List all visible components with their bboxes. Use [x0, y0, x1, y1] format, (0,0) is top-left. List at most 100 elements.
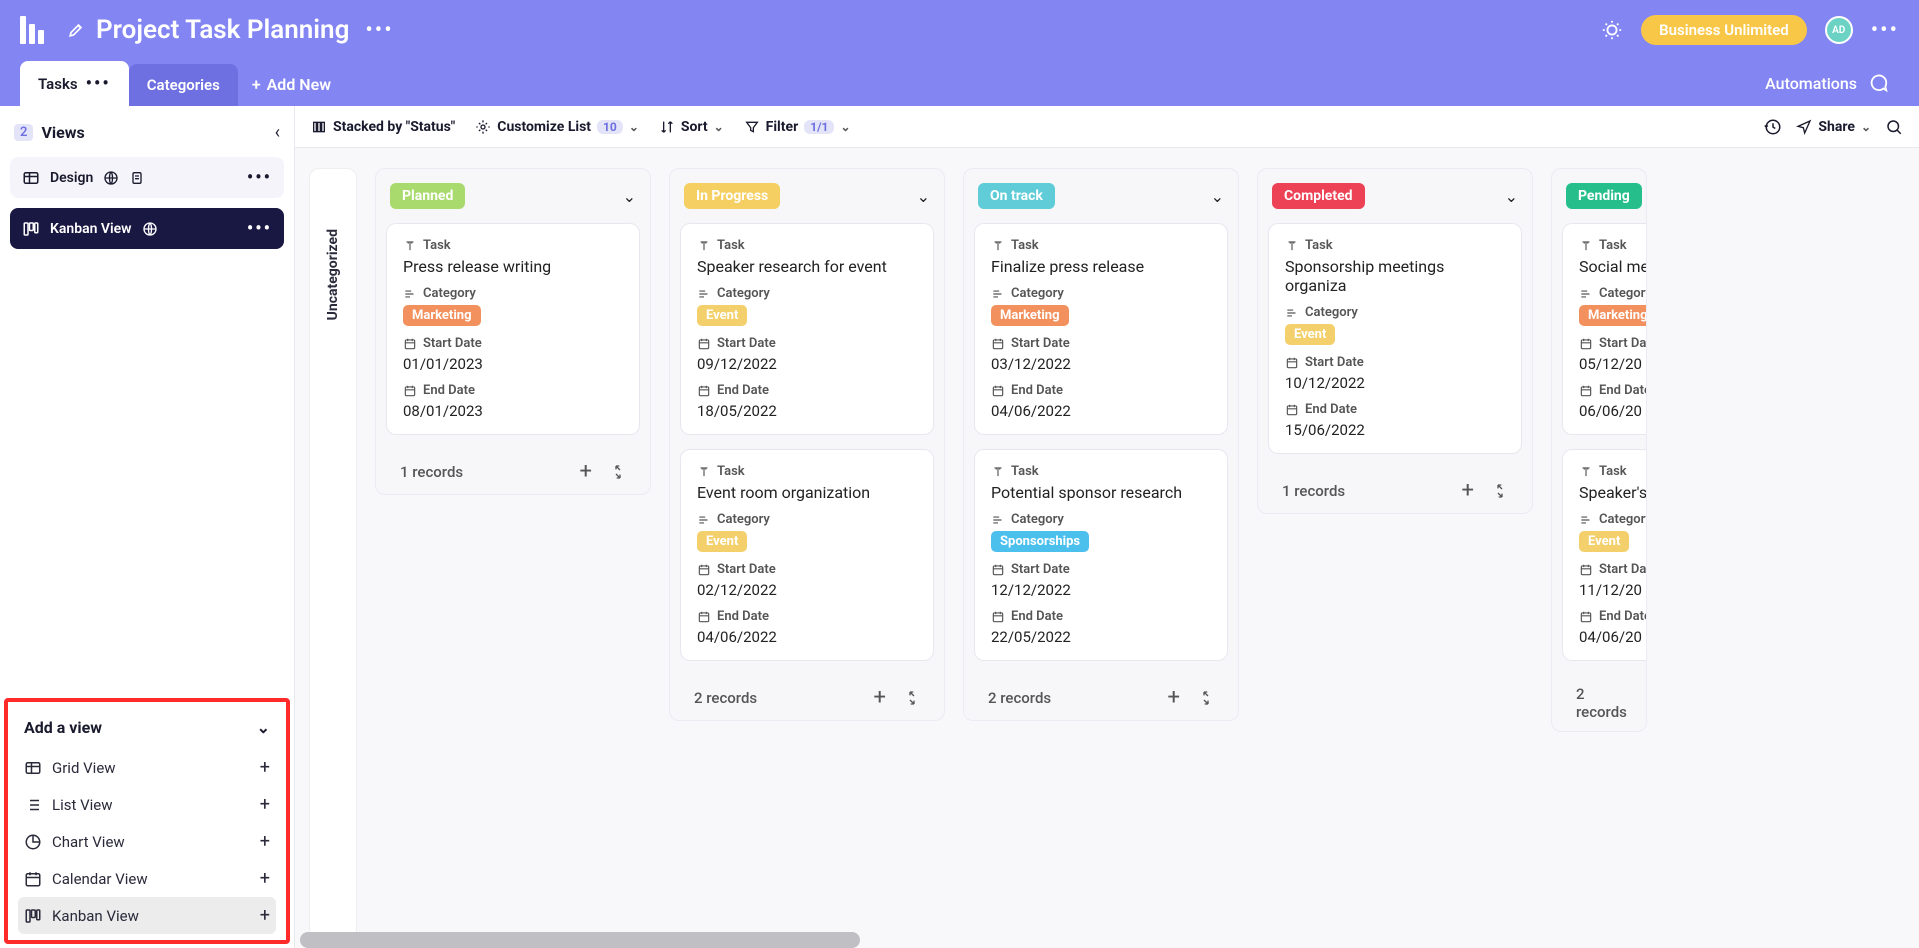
app-logo[interactable] — [20, 16, 48, 44]
field-label: Start Date — [697, 562, 917, 577]
field-label: Category — [1579, 512, 1647, 527]
field-label: End Date — [991, 383, 1211, 398]
text-icon — [1579, 239, 1593, 253]
task-card[interactable]: TaskPress release writingCategoryMarketi… — [386, 223, 640, 435]
plus-icon: + — [252, 75, 261, 94]
collapse-icon[interactable] — [1492, 483, 1508, 499]
add-card-button[interactable]: + — [1462, 478, 1474, 503]
calendar-icon — [1285, 356, 1299, 370]
add-card-button[interactable]: + — [874, 685, 886, 710]
app-header: Project Task Planning ••• Business Unlim… — [0, 0, 1919, 60]
field-label: Category — [697, 512, 917, 527]
add-view-kanban[interactable]: Kanban View + — [18, 897, 276, 934]
search-icon[interactable] — [1885, 118, 1903, 136]
records-count: 1 records — [1282, 482, 1345, 500]
status-pill: Planned — [390, 183, 465, 209]
title-options-button[interactable]: ••• — [365, 18, 393, 43]
collapse-icon[interactable] — [1198, 690, 1214, 706]
end-date: 04/06/2022 — [991, 402, 1211, 420]
task-card[interactable]: TaskSocial meCategoryMarketingStart Date… — [1562, 223, 1647, 435]
add-view-grid[interactable]: Grid View + — [18, 749, 276, 786]
history-icon[interactable] — [1764, 118, 1782, 136]
column-header[interactable]: Completed⌄ — [1268, 183, 1522, 209]
calendar-icon — [1579, 384, 1593, 398]
customize-list-button[interactable]: Customize List 10 ⌄ — [475, 119, 639, 135]
column-header[interactable]: Planned ⌄ — [386, 183, 640, 209]
add-view-chart[interactable]: Chart View + — [18, 823, 276, 860]
task-card[interactable]: TaskSpeaker'sCategoryEventStart Date11/1… — [1562, 449, 1647, 661]
task-card[interactable]: TaskEvent room organizationCategoryEvent… — [680, 449, 934, 661]
header-more-button[interactable]: ••• — [1871, 18, 1899, 43]
category-icon — [1579, 287, 1593, 301]
view-options-button[interactable]: ••• — [247, 167, 272, 188]
chevron-down-icon[interactable]: ⌄ — [1211, 187, 1224, 206]
field-label: End Date — [1579, 609, 1647, 624]
add-card-button[interactable]: + — [1168, 685, 1180, 710]
add-new-tab-button[interactable]: + Add New — [238, 63, 345, 106]
views-title: Views — [41, 123, 84, 142]
category-tag: Sponsorships — [991, 531, 1089, 552]
sort-icon — [659, 119, 675, 135]
kanban-board[interactable]: Uncategorized Planned ⌄ TaskPress release w… — [295, 148, 1919, 948]
view-item-design[interactable]: Design ••• — [10, 157, 284, 198]
task-card[interactable]: TaskFinalize press releaseCategoryMarket… — [974, 223, 1228, 435]
send-icon — [1796, 119, 1812, 135]
plan-badge[interactable]: Business Unlimited — [1641, 15, 1807, 45]
column-footer: 2 records+ — [974, 675, 1228, 710]
chevron-down-icon[interactable]: ⌄ — [917, 187, 930, 206]
field-label: Start Date — [1285, 355, 1505, 370]
field-label: Start Date — [991, 562, 1211, 577]
column-header[interactable]: On track⌄ — [974, 183, 1228, 209]
stacked-by-button[interactable]: Stacked by "Status" — [311, 119, 455, 135]
collapse-icon[interactable] — [610, 464, 626, 480]
calendar-icon — [697, 563, 711, 577]
field-label: Task — [697, 238, 917, 253]
column-header[interactable]: In Progress⌄ — [680, 183, 934, 209]
share-button[interactable]: Share ⌄ — [1796, 119, 1871, 135]
add-view-list[interactable]: List View + — [18, 786, 276, 823]
uncategorized-column[interactable]: Uncategorized — [309, 168, 357, 944]
rocket-icon — [66, 20, 86, 40]
kanban-column: Completed⌄ TaskSponsorship meetings organ… — [1257, 168, 1533, 944]
tab-bar: Tasks ••• Categories + Add New Automatio… — [0, 60, 1919, 106]
collapse-icon[interactable] — [904, 690, 920, 706]
option-label: List View — [52, 796, 113, 814]
tab-options-icon[interactable]: ••• — [86, 73, 111, 94]
automations-label: Automations — [1765, 74, 1857, 93]
task-card[interactable]: TaskSponsorship meetings organizaCategor… — [1268, 223, 1522, 454]
card-title: Speaker's — [1579, 483, 1647, 502]
option-label: Grid View — [52, 759, 116, 777]
category-tag: Event — [697, 531, 747, 552]
field-label: End Date — [697, 383, 917, 398]
sort-button[interactable]: Sort ⌄ — [659, 119, 724, 135]
filter-button[interactable]: Filter 1/1 ⌄ — [744, 119, 851, 135]
avatar[interactable]: AD — [1825, 16, 1853, 44]
chevron-down-icon[interactable]: ⌄ — [1505, 187, 1518, 206]
view-options-button[interactable]: ••• — [247, 218, 272, 239]
column-header[interactable]: Pending — [1562, 183, 1636, 209]
tab-tasks[interactable]: Tasks ••• — [20, 61, 129, 106]
chat-icon[interactable] — [1867, 72, 1889, 94]
tab-categories[interactable]: Categories — [129, 64, 238, 106]
chevron-down-icon: ⌄ — [1861, 120, 1871, 134]
start-date: 05/12/20 — [1579, 355, 1647, 373]
plus-icon: + — [260, 831, 270, 852]
automations-link[interactable]: Automations — [1755, 60, 1899, 106]
stack-icon — [311, 119, 327, 135]
horizontal-scrollbar[interactable] — [300, 932, 860, 948]
field-label: End Date — [403, 383, 623, 398]
task-card[interactable]: TaskPotential sponsor researchCategorySp… — [974, 449, 1228, 661]
view-item-kanban[interactable]: Kanban View ••• — [10, 208, 284, 249]
tab-label: Tasks — [38, 75, 78, 93]
card-title: Finalize press release — [991, 257, 1211, 276]
add-view-header[interactable]: Add a view ⌄ — [18, 714, 276, 749]
customize-count: 10 — [597, 120, 623, 134]
category-icon — [1579, 513, 1593, 527]
theme-icon[interactable] — [1601, 19, 1623, 41]
chevron-down-icon[interactable]: ⌄ — [623, 187, 636, 206]
collapse-sidebar-button[interactable]: ‹ — [275, 122, 280, 143]
column-footer: 2 records — [1562, 675, 1636, 721]
add-card-button[interactable]: + — [580, 459, 592, 484]
task-card[interactable]: TaskSpeaker research for eventCategoryEv… — [680, 223, 934, 435]
add-view-calendar[interactable]: Calendar View + — [18, 860, 276, 897]
